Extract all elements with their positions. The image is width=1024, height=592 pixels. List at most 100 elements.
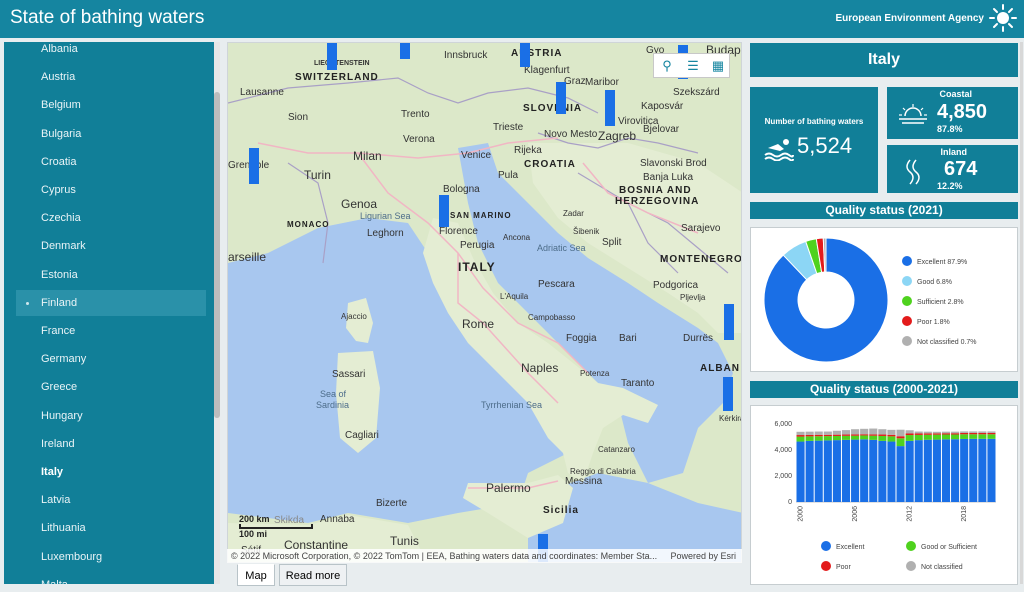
bar-segment-excellent[interactable]	[914, 440, 923, 502]
bar-segment-not-classified[interactable]	[814, 431, 823, 435]
bar-segment-good-or-sufficient[interactable]	[951, 434, 960, 440]
sidebar-item-bulgaria[interactable]: Bulgaria	[16, 121, 206, 147]
search-icon[interactable]: ⚲	[657, 56, 677, 76]
bar-segment-poor[interactable]	[860, 434, 869, 436]
bar-segment-excellent[interactable]	[905, 440, 914, 502]
bar-segment-good-or-sufficient[interactable]	[796, 436, 805, 442]
sidebar-item-cyprus[interactable]: Cyprus	[16, 177, 206, 203]
bar-segment-poor[interactable]	[814, 434, 823, 437]
bar-segment-good-or-sufficient[interactable]	[887, 436, 896, 442]
bar-segment-poor[interactable]	[951, 433, 960, 435]
bar-segment-poor[interactable]	[896, 436, 905, 439]
bar-segment-good-or-sufficient[interactable]	[923, 434, 932, 440]
bar-segment-good-or-sufficient[interactable]	[851, 435, 860, 440]
bar-segment-poor[interactable]	[914, 433, 923, 435]
bar-segment-good-or-sufficient[interactable]	[960, 434, 969, 439]
sidebar-item-germany[interactable]: Germany	[16, 346, 206, 372]
bathing-site-marker[interactable]	[605, 90, 615, 126]
bar-segment-poor[interactable]	[987, 432, 996, 435]
bar-segment-excellent[interactable]	[823, 440, 832, 502]
stacked-bar-chart[interactable]: 0 2,000 4,000 6,000 2000 2006 2012 2018 Excellen…	[751, 406, 1019, 586]
bar-segment-good-or-sufficient[interactable]	[987, 434, 996, 439]
sidebar-item-france[interactable]: France	[16, 318, 206, 344]
bar-segment-excellent[interactable]	[860, 439, 869, 502]
bar-segment-good-or-sufficient[interactable]	[941, 434, 951, 440]
sidebar-item-denmark[interactable]: Denmark	[16, 233, 206, 259]
bar-segment-not-classified[interactable]	[923, 431, 932, 434]
sidebar-item-ireland[interactable]: Ireland	[16, 431, 206, 457]
list-icon[interactable]: ☰	[683, 56, 703, 76]
sidebar-item-czechia[interactable]: Czechia	[16, 205, 206, 231]
page-scrollbar[interactable]	[1020, 42, 1023, 584]
bar-segment-good-or-sufficient[interactable]	[869, 435, 878, 440]
bar-segment-excellent[interactable]	[805, 440, 814, 502]
qr-icon[interactable]: ▦	[708, 56, 728, 76]
bar-segment-excellent[interactable]	[869, 439, 878, 502]
sidebar-item-estonia[interactable]: Estonia	[16, 262, 206, 288]
bar-segment-excellent[interactable]	[941, 439, 951, 502]
bar-segment-poor[interactable]	[923, 433, 932, 435]
bar-segment-excellent[interactable]	[841, 439, 851, 502]
bar-segment-good-or-sufficient[interactable]	[932, 434, 941, 440]
bar-segment-excellent[interactable]	[932, 439, 941, 502]
tab-map[interactable]: Map	[237, 564, 275, 586]
bar-segment-excellent[interactable]	[969, 438, 978, 502]
sidebar-item-finland[interactable]: Finland	[16, 289, 206, 316]
bar-segment-poor[interactable]	[841, 434, 851, 436]
bar-segment-not-classified[interactable]	[832, 430, 841, 435]
bar-segment-poor[interactable]	[887, 434, 896, 437]
eea-sun-logo-icon[interactable]	[988, 3, 1018, 33]
bar-segment-poor[interactable]	[832, 434, 841, 436]
bar-segment-not-classified[interactable]	[878, 429, 887, 435]
bathing-site-marker[interactable]	[556, 82, 566, 114]
map-view[interactable]: SWITZERLAND LIECHTENSTEIN AUSTRIA Innsbr…	[227, 42, 742, 563]
bar-segment-poor[interactable]	[878, 434, 887, 436]
bar-segment-not-classified[interactable]	[869, 428, 878, 435]
bar-segment-excellent[interactable]	[878, 440, 887, 502]
bar-segment-excellent[interactable]	[987, 438, 996, 502]
bar-segment-poor[interactable]	[932, 433, 941, 435]
sidebar-item-malta[interactable]: Malta	[16, 572, 206, 584]
bar-segment-excellent[interactable]	[923, 439, 932, 502]
bar-segment-poor[interactable]	[941, 433, 951, 435]
donut-chart[interactable]: Excellent 87.9% Good 6.8% Sufficient 2.8% P…	[751, 228, 1019, 373]
bathing-site-marker[interactable]	[439, 195, 449, 227]
bar-segment-good-or-sufficient[interactable]	[878, 435, 887, 441]
bar-segment-good-or-sufficient[interactable]	[823, 436, 832, 441]
bar-segment-good-or-sufficient[interactable]	[896, 438, 905, 447]
bar-segment-poor[interactable]	[905, 433, 914, 436]
bar-segment-excellent[interactable]	[887, 441, 896, 502]
bar-segment-not-classified[interactable]	[960, 431, 969, 433]
bar-segment-poor[interactable]	[796, 435, 805, 437]
bathing-site-marker[interactable]	[327, 43, 337, 70]
bar-segment-good-or-sufficient[interactable]	[814, 436, 823, 441]
sidebar-item-luxembourg[interactable]: Luxembourg	[16, 544, 206, 570]
country-list[interactable]: Albania Austria Belgium Bulgaria Croatia Cypr…	[4, 42, 216, 584]
bar-segment-excellent[interactable]	[814, 440, 823, 502]
sidebar-item-lithuania[interactable]: Lithuania	[16, 515, 206, 541]
tab-read-more[interactable]: Read more	[279, 564, 347, 586]
bar-segment-excellent[interactable]	[978, 438, 987, 502]
sidebar-item-croatia[interactable]: Croatia	[16, 149, 206, 175]
bar-segment-excellent[interactable]	[832, 440, 841, 502]
bar-segment-not-classified[interactable]	[987, 431, 996, 433]
bar-segment-good-or-sufficient[interactable]	[805, 436, 814, 441]
bathing-site-marker[interactable]	[520, 43, 530, 67]
bar-segment-good-or-sufficient[interactable]	[841, 435, 851, 440]
bar-segment-not-classified[interactable]	[951, 431, 960, 434]
sidebar-item-belgium[interactable]: Belgium	[16, 92, 206, 118]
sidebar-item-austria[interactable]: Austria	[16, 64, 206, 90]
bar-segment-good-or-sufficient[interactable]	[914, 434, 923, 441]
bar-segment-not-classified[interactable]	[851, 429, 860, 435]
bathing-site-marker[interactable]	[723, 377, 733, 411]
bar-segment-not-classified[interactable]	[914, 431, 923, 434]
bar-segment-excellent[interactable]	[951, 439, 960, 502]
bar-segment-not-classified[interactable]	[805, 431, 814, 435]
bar-segment-good-or-sufficient[interactable]	[969, 434, 978, 439]
bar-segment-excellent[interactable]	[896, 446, 905, 502]
bar-segment-not-classified[interactable]	[860, 428, 869, 435]
bar-segment-not-classified[interactable]	[905, 430, 914, 434]
bar-segment-excellent[interactable]	[796, 441, 805, 502]
bar-segment-good-or-sufficient[interactable]	[978, 434, 987, 439]
bar-segment-poor[interactable]	[869, 434, 878, 436]
